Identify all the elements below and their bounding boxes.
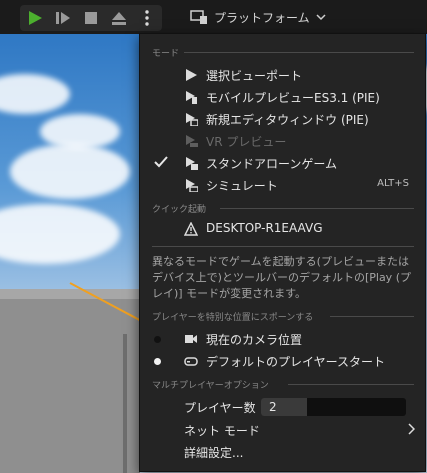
eject-icon [112,12,126,25]
divider [288,384,414,385]
menu-item-default-player-start[interactable]: デフォルトのプレイヤースタート [140,350,425,372]
play-icon [29,11,42,25]
mode-section-header: モード [152,49,180,59]
play-options-menu: モード 選択ビューポート モバイルプレビューES3.1 (PIE) 新規エディタ… [139,33,426,472]
checkmark-icon [154,156,168,168]
wall-edge [123,334,127,473]
platforms-menu[interactable]: プラットフォーム [190,6,326,28]
mode-description: 異なるモードでゲームを起動する(プレビューまたはデバイス上で)とツールバーのデフ… [152,255,411,300]
cloud [10,144,130,199]
multiplayer-header: マルチプレイヤーオプション [152,381,269,391]
cloud [0,204,120,264]
menu-item-camera-location[interactable]: 現在のカメラ位置 [140,328,425,350]
shortcut-label: ALT+S [377,178,409,189]
quick-launch-header: クイック起動 [152,205,207,215]
building-wall [0,299,140,473]
new-window-icon [186,113,198,126]
divider [330,316,414,317]
stop-icon [85,12,97,24]
players-count-value: 2 [269,400,277,414]
chevron-right-icon [408,423,415,435]
menu-item-net-mode[interactable]: ネット モード [140,419,425,441]
play-options-button[interactable] [136,8,158,28]
more-vertical-icon [145,10,149,26]
eject-button[interactable] [108,8,130,28]
radio-icon [154,336,161,343]
camera-icon [185,335,197,343]
divider [152,246,414,247]
menu-item-device[interactable]: DESKTOP-R1EAAVG [140,218,425,240]
platform-icon [190,10,207,24]
chevron-down-icon [316,14,326,21]
stop-button[interactable] [80,8,102,28]
platforms-label: プラットフォーム [214,10,310,25]
play-icon [186,69,197,81]
menu-item-simulate[interactable]: シミュレート ALT+S [140,174,425,196]
players-label: プレイヤー数 [184,401,256,415]
simulate-icon [186,179,198,192]
advance-frame-button[interactable] [52,8,74,28]
menu-item-advanced-settings[interactable]: 詳細設定... [140,441,425,463]
gamepad-icon [184,357,198,366]
players-count-fill [261,398,307,416]
menu-item-selected-viewport[interactable]: 選択ビューポート [140,64,425,86]
warning-icon [184,222,198,236]
menu-item-standalone-game[interactable]: スタンドアローンゲーム [140,152,425,174]
spawn-section-header: プレイヤーを特別な位置にスポーンする [152,313,314,323]
cloud [40,114,120,149]
radio-selected-icon [154,358,161,365]
play-button[interactable] [24,8,46,28]
play-controls [20,5,162,31]
mobile-preview-icon [186,91,197,104]
menu-item-mobile-preview[interactable]: モバイルプレビューES3.1 (PIE) [140,86,425,108]
cloud [0,74,70,114]
vr-icon [186,135,198,147]
advance-frame-icon [56,12,70,24]
toolbar: プラットフォーム [0,0,427,34]
menu-item-new-editor-window[interactable]: 新規エディタウィンドウ (PIE) [140,108,425,130]
players-count-field[interactable]: 2 [261,398,406,416]
standalone-icon [186,157,198,170]
menu-item-vr-preview: VR プレビュー [140,130,425,152]
divider [220,208,414,209]
divider [184,52,414,53]
